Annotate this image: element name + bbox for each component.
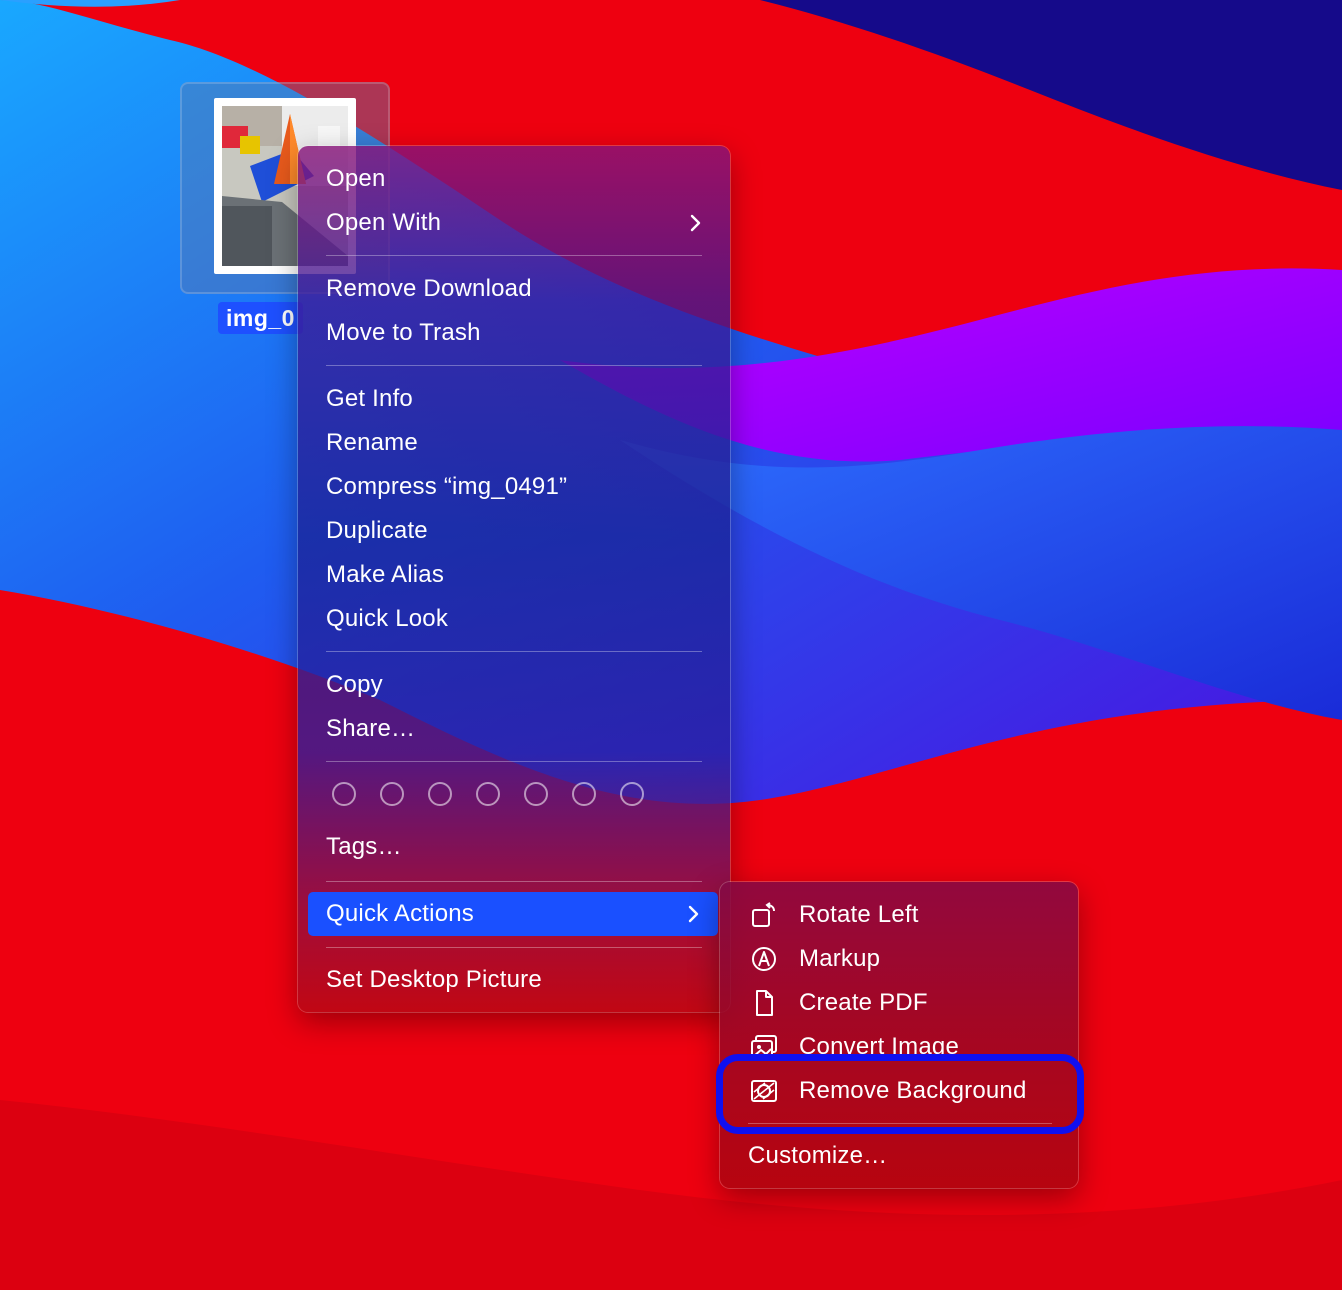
menu-item-tags[interactable]: Tags… [308,825,720,869]
document-icon [756,990,773,1016]
submenu-item-label: Markup [799,945,881,972]
menu-item-label: Duplicate [326,517,428,544]
menu-item-label: Rename [326,429,418,456]
menu-separator [748,1123,1052,1124]
submenu-item-markup[interactable]: Markup [732,937,1066,981]
menu-item-quick-actions[interactable]: Quick Actions [308,892,718,936]
menu-item-label: Quick Look [326,605,449,632]
menu-separator [326,947,702,948]
submenu-item-label: Convert Image [799,1033,960,1060]
menu-separator [326,881,702,882]
menu-item-label: Move to Trash [326,319,481,346]
menu-item-set-desktop-picture[interactable]: Set Desktop Picture [308,958,720,1002]
menu-item-rename[interactable]: Rename [308,421,720,465]
tag-circle[interactable] [476,782,500,806]
submenu-item-convert-image[interactable]: Convert Image [732,1025,1066,1069]
menu-item-label: Copy [326,671,383,698]
menu-item-share[interactable]: Share… [308,707,720,751]
tag-circle[interactable] [380,782,404,806]
submenu-item-label: Customize… [748,1142,888,1169]
menu-separator [326,255,702,256]
menu-item-label: Open [326,165,386,192]
submenu-item-label: Rotate Left [799,901,919,928]
menu-item-label: Remove Download [326,275,532,302]
menu-separator [326,651,702,652]
menu-item-open[interactable]: Open [308,157,720,201]
file-name-label[interactable]: img_0 [218,302,303,334]
menu-item-label: Set Desktop Picture [326,966,542,993]
menu-item-label: Quick Actions [326,900,474,927]
menu-item-label: Tags… [326,833,402,860]
menu-item-label: Share… [326,715,416,742]
tag-circle[interactable] [428,782,452,806]
submenu-item-customize[interactable]: Customize… [732,1134,1066,1178]
submenu-item-rotate-left[interactable]: Rotate Left [732,893,1066,937]
submenu-item-create-pdf[interactable]: Create PDF [732,981,1066,1025]
menu-item-label: Make Alias [326,561,445,588]
menu-separator [326,761,702,762]
quick-actions-submenu: Rotate Left Markup Create PDF Convert Im… [720,882,1078,1188]
chevron-right-icon [690,214,701,232]
menu-item-make-alias[interactable]: Make Alias [308,553,720,597]
menu-item-copy[interactable]: Copy [308,663,720,707]
menu-item-compress[interactable]: Compress “img_0491” [308,465,720,509]
rotate-left-icon [752,902,775,927]
menu-item-get-info[interactable]: Get Info [308,377,720,421]
tag-circle[interactable] [332,782,356,806]
remove-background-icon [751,1080,777,1102]
chevron-right-icon [688,905,699,923]
menu-separator [326,365,702,366]
menu-item-remove-download[interactable]: Remove Download [308,267,720,311]
menu-item-quick-look[interactable]: Quick Look [308,597,720,641]
context-menu: Open Open With Remove Download Move to T… [298,146,730,1012]
tag-circle[interactable] [572,782,596,806]
menu-item-move-to-trash[interactable]: Move to Trash [308,311,720,355]
submenu-item-label: Remove Background [799,1077,1027,1104]
convert-image-icon [751,1035,777,1059]
submenu-item-remove-background[interactable]: Remove Background [732,1069,1066,1113]
menu-item-label: Open With [326,209,442,236]
menu-item-label: Get Info [326,385,413,412]
tag-circle[interactable] [524,782,548,806]
menu-item-label: Compress “img_0491” [326,473,568,500]
menu-item-duplicate[interactable]: Duplicate [308,509,720,553]
tag-circle[interactable] [620,782,644,806]
submenu-item-label: Create PDF [799,989,928,1016]
menu-item-open-with[interactable]: Open With [308,201,720,245]
markup-icon [752,947,776,971]
